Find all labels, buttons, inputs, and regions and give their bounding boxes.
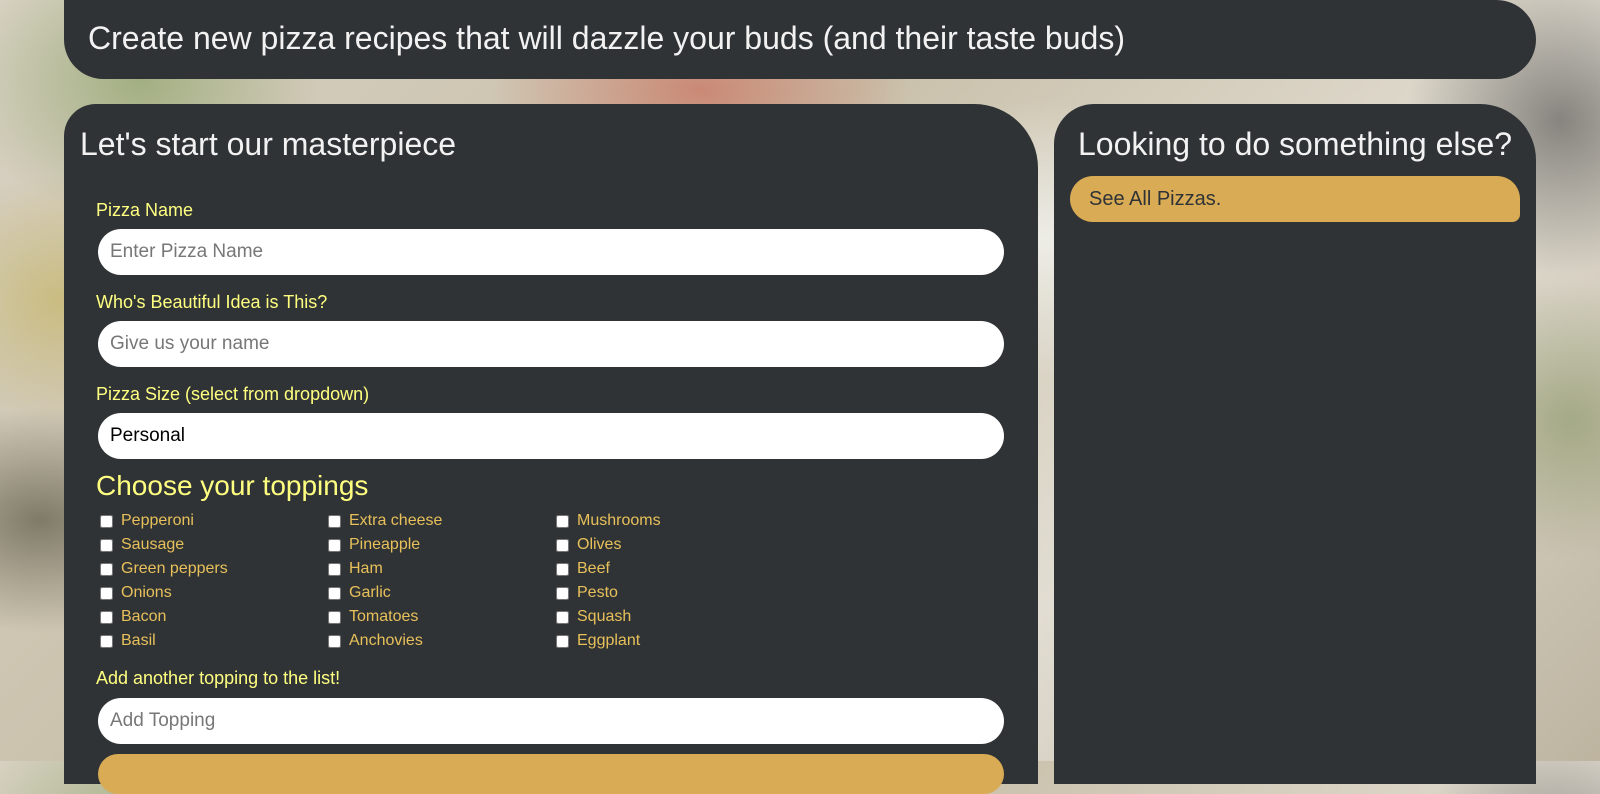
topping-option[interactable]: Pineapple	[328, 534, 420, 556]
topping-option[interactable]: Tomatoes	[328, 606, 418, 628]
topping-option[interactable]: Bacon	[100, 606, 166, 628]
topping-checkbox[interactable]	[556, 538, 569, 552]
sidebar-panel: Looking to do something else? See All Pi…	[1054, 104, 1536, 784]
topping-label: Mushrooms	[577, 512, 661, 529]
topping-option[interactable]: Basil	[100, 630, 156, 652]
topping-option[interactable]: Pepperoni	[100, 510, 194, 532]
topping-checkbox[interactable]	[100, 586, 113, 600]
topping-option[interactable]: Mushrooms	[556, 510, 661, 532]
topping-checkbox[interactable]	[556, 610, 569, 624]
topping-label: Pesto	[577, 584, 618, 601]
topping-label: Onions	[121, 584, 172, 601]
page-header: Create new pizza recipes that will dazzl…	[64, 0, 1536, 79]
topping-checkbox[interactable]	[328, 538, 341, 552]
topping-label: Sausage	[121, 536, 185, 553]
creator-name-label: Who's Beautiful Idea is This?	[96, 292, 328, 312]
submit-button[interactable]	[98, 754, 1004, 794]
topping-option[interactable]: Anchovies	[328, 630, 423, 652]
pizza-size-label: Pizza Size (select from dropdown)	[96, 384, 370, 404]
topping-checkbox[interactable]	[556, 634, 569, 648]
pizza-name-label: Pizza Name	[96, 200, 194, 220]
topping-label: Beef	[577, 560, 610, 577]
topping-checkbox[interactable]	[100, 634, 113, 648]
topping-option[interactable]: Ham	[328, 558, 383, 580]
topping-checkbox[interactable]	[328, 514, 341, 528]
page-title: Create new pizza recipes that will dazzl…	[88, 20, 1125, 56]
creator-name-input[interactable]	[98, 321, 1004, 367]
pizza-name-input[interactable]	[98, 229, 1004, 275]
topping-label: Pepperoni	[121, 512, 194, 529]
topping-checkbox[interactable]	[328, 610, 341, 624]
topping-checkbox[interactable]	[100, 610, 113, 624]
topping-label: Ham	[349, 560, 383, 577]
topping-option[interactable]: Extra cheese	[328, 510, 442, 532]
add-topping-label: Add another topping to the list!	[96, 668, 341, 688]
topping-option[interactable]: Green peppers	[100, 558, 228, 580]
topping-checkbox[interactable]	[100, 514, 113, 528]
topping-checkbox[interactable]	[328, 634, 341, 648]
topping-label: Bacon	[121, 608, 167, 625]
topping-checkbox[interactable]	[328, 586, 341, 600]
see-all-pizzas-button[interactable]: See All Pizzas.	[1070, 176, 1520, 222]
pizza-size-select[interactable]: Personal	[98, 413, 1004, 459]
recipe-form-panel: Let's start our masterpiece Pizza Name W…	[64, 104, 1038, 794]
topping-label: Extra cheese	[349, 512, 443, 529]
topping-label: Squash	[577, 608, 632, 625]
topping-label: Olives	[577, 536, 622, 553]
topping-checkbox[interactable]	[556, 562, 569, 576]
topping-checkbox[interactable]	[556, 586, 569, 600]
topping-label: Anchovies	[349, 632, 423, 649]
topping-option[interactable]: Eggplant	[556, 630, 640, 652]
topping-checkbox[interactable]	[100, 538, 113, 552]
topping-label: Green peppers	[121, 560, 228, 577]
sidebar-title: Looking to do something else?	[1078, 126, 1513, 162]
topping-label: Basil	[121, 632, 156, 649]
topping-checkbox[interactable]	[100, 562, 113, 576]
topping-option[interactable]: Pesto	[556, 582, 618, 604]
topping-option[interactable]: Beef	[556, 558, 610, 580]
topping-label: Tomatoes	[349, 608, 419, 625]
topping-checkbox[interactable]	[328, 562, 341, 576]
add-topping-input[interactable]	[98, 698, 1004, 744]
topping-label: Pineapple	[349, 536, 421, 553]
topping-option[interactable]: Garlic	[328, 582, 391, 604]
topping-label: Eggplant	[577, 632, 641, 649]
topping-option[interactable]: Onions	[100, 582, 172, 604]
topping-label: Garlic	[349, 584, 391, 601]
form-title: Let's start our masterpiece	[80, 126, 457, 162]
toppings-title: Choose your toppings	[96, 470, 369, 501]
topping-option[interactable]: Sausage	[100, 534, 184, 556]
topping-checkbox[interactable]	[556, 514, 569, 528]
topping-option[interactable]: Squash	[556, 606, 631, 628]
topping-option[interactable]: Olives	[556, 534, 621, 556]
pizza-size-selected: Personal	[110, 425, 185, 446]
